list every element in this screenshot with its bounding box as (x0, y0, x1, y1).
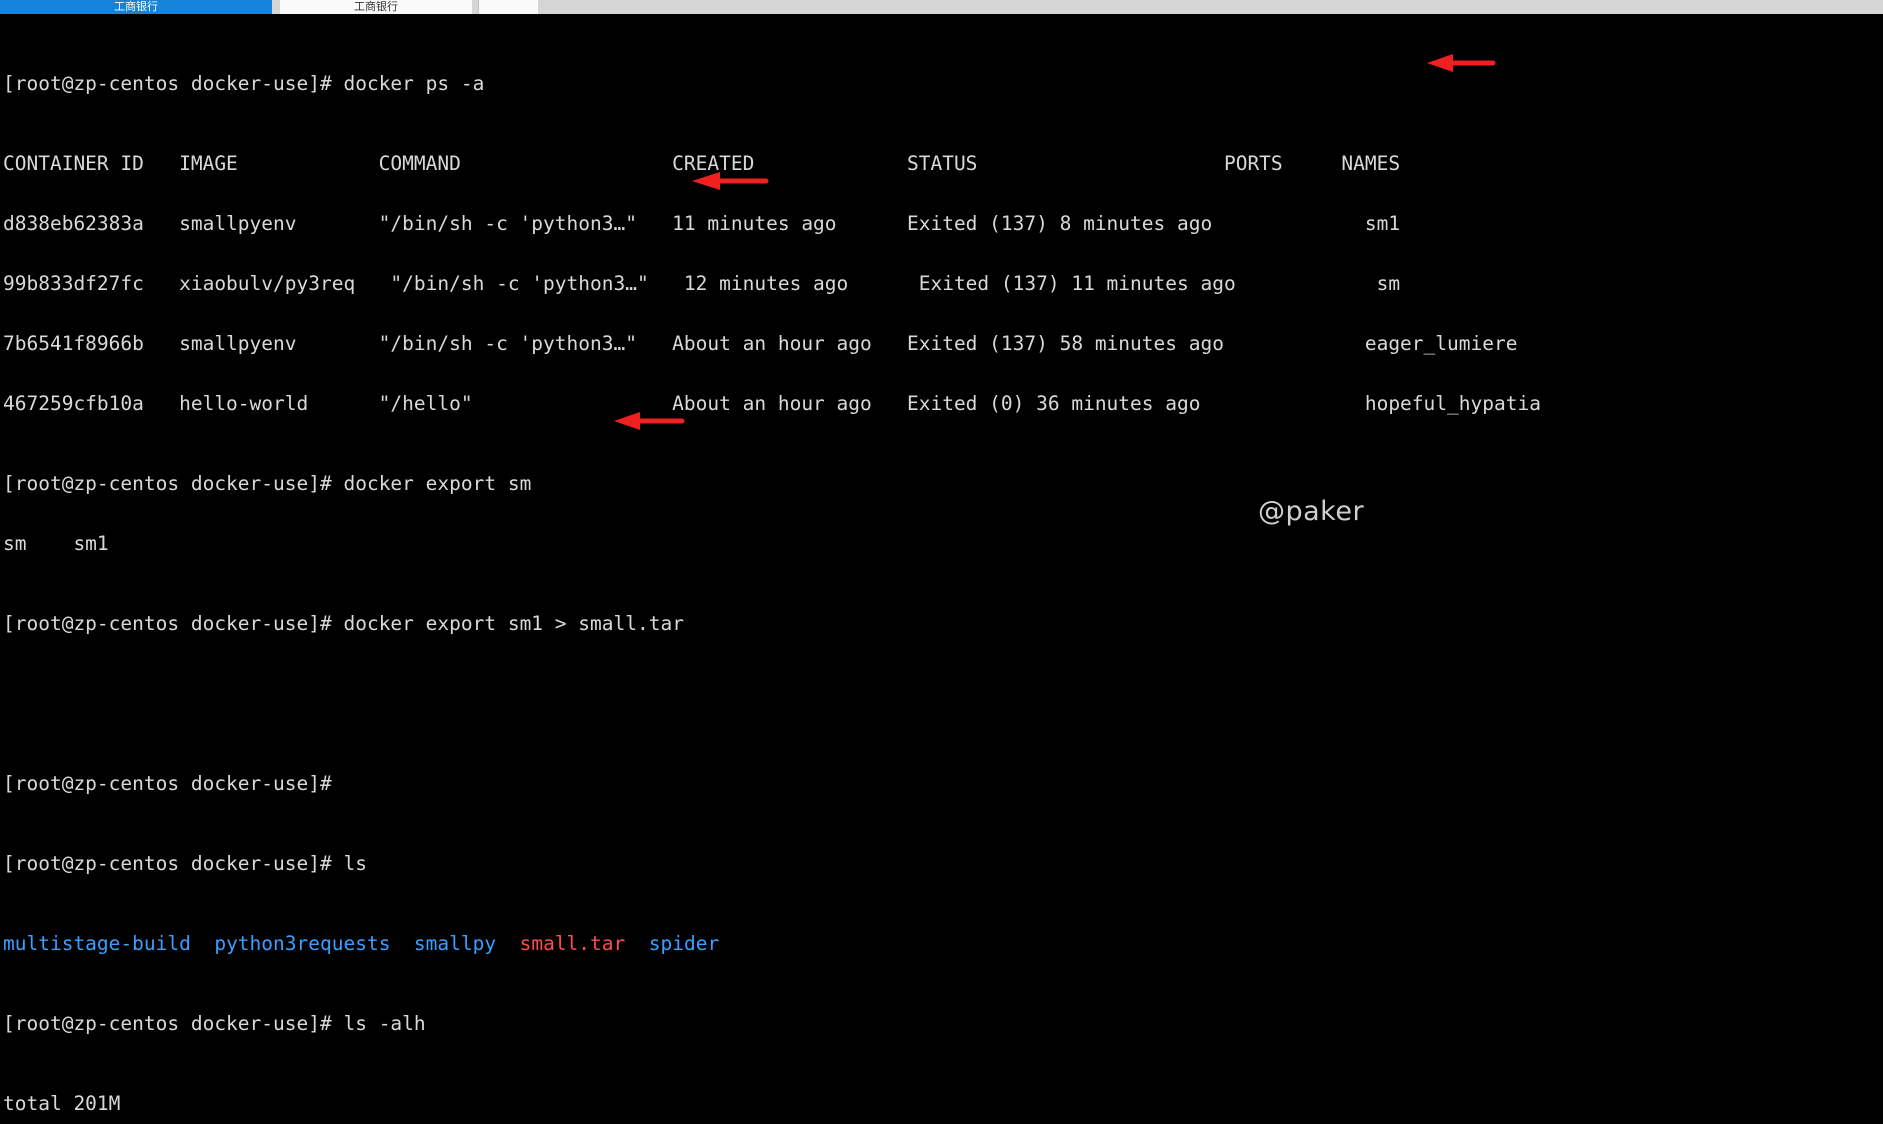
terminal-line-prompt: [root@zp-centos docker-use]# docker expo… (3, 614, 1883, 634)
ps-row-text: d838eb62383a smallpyenv "/bin/sh -c 'pyt… (3, 212, 1401, 235)
ls-gap (496, 932, 519, 955)
tab-label: 工商银行 (114, 0, 158, 13)
ps-table-row: 99b833df27fc xiaobulv/py3req "/bin/sh -c… (3, 274, 1883, 294)
terminal-line-prompt: [root@zp-centos docker-use]# ls -alh (3, 1014, 1883, 1034)
command-docker-export-sm: docker export sm (343, 472, 532, 495)
ps-header-text: CONTAINER ID IMAGE COMMAND CREATED STATU… (3, 152, 1401, 175)
command-ls: ls (343, 852, 367, 875)
shell-prompt: [root@zp-centos docker-use]# (3, 472, 344, 495)
ls-short-output: multistage-build python3requests smallpy… (3, 934, 1883, 954)
ps-table-header: CONTAINER ID IMAGE COMMAND CREATED STATU… (3, 154, 1883, 174)
ls-total-line: total 201M (3, 1094, 1883, 1114)
terminal-line-prompt-empty: [root@zp-centos docker-use]# (3, 774, 1883, 794)
shell-prompt: [root@zp-centos docker-use]# (3, 612, 344, 635)
ps-table-row: 467259cfb10a hello-world "/hello" About … (3, 394, 1883, 414)
ps-row-text: 7b6541f8966b smallpyenv "/bin/sh -c 'pyt… (3, 332, 1518, 355)
browser-tab-strip: 工商银行 工商银行 (0, 0, 1883, 14)
ls-gap (390, 932, 413, 955)
shell-prompt: [root@zp-centos docker-use]# (3, 852, 344, 875)
terminal-line-prompt: [root@zp-centos docker-use]# docker expo… (3, 474, 1883, 494)
terminal-line-prompt: [root@zp-centos docker-use]# ls (3, 854, 1883, 874)
watermark: @paker (1258, 496, 1365, 527)
tab-new-placeholder[interactable] (478, 0, 538, 14)
command-docker-ps: docker ps -a (343, 72, 485, 95)
terminal-line-prompt: [root@zp-centos docker-use]# docker ps -… (3, 74, 1883, 94)
ps-row-text: 99b833df27fc xiaobulv/py3req "/bin/sh -c… (3, 272, 1401, 295)
shell-prompt: [root@zp-centos docker-use]# (3, 1012, 344, 1035)
ls-gap (191, 932, 214, 955)
ls-total-text: total 201M (3, 1092, 121, 1115)
completion-text: sm sm1 (3, 532, 109, 555)
ps-table-row: d838eb62383a smallpyenv "/bin/sh -c 'pyt… (3, 214, 1883, 234)
tab-inactive[interactable]: 工商银行 (280, 0, 472, 14)
ls-entry-multistage-build: multistage-build (3, 932, 191, 955)
ps-row-text: 467259cfb10a hello-world "/hello" About … (3, 392, 1541, 415)
command-docker-export-sm1: docker export sm1 > small.tar (343, 612, 684, 635)
terminal-window[interactable]: [root@zp-centos docker-use]# docker ps -… (0, 14, 1883, 1114)
shell-prompt: [root@zp-centos docker-use]# (3, 772, 344, 795)
ls-entry-small.tar: small.tar (519, 932, 626, 955)
ps-table-row: 7b6541f8966b smallpyenv "/bin/sh -c 'pyt… (3, 334, 1883, 354)
tab-label: 工商银行 (354, 0, 398, 13)
command-ls-alh: ls -alh (343, 1012, 426, 1035)
ls-entry-smallpy: smallpy (413, 932, 497, 955)
ls-entry-spider: spider (648, 932, 720, 955)
shell-prompt: [root@zp-centos docker-use]# (3, 72, 344, 95)
tab-completion-output: sm sm1 (3, 534, 1883, 554)
ls-entry-python3requests: python3requests (214, 932, 391, 955)
tab-active[interactable]: 工商银行 (0, 0, 272, 14)
ls-gap (625, 932, 648, 955)
